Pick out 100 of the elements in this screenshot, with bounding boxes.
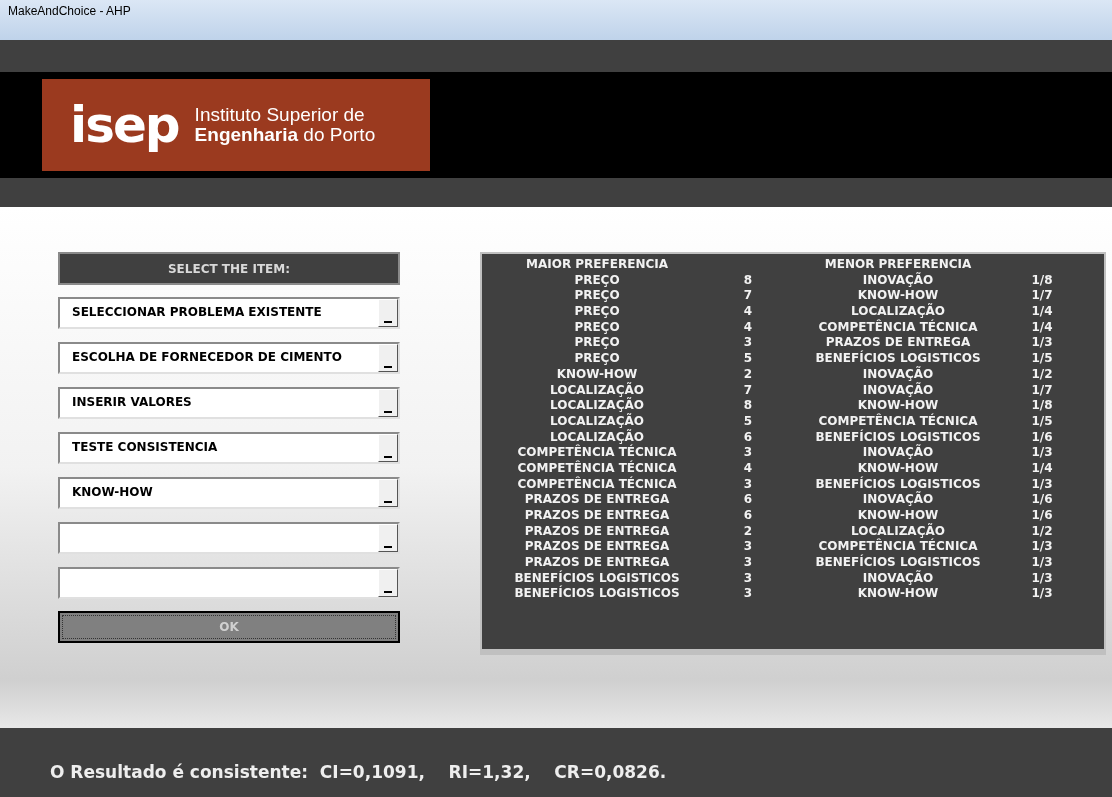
table-cell-text: 4 [742,460,754,477]
table-cell-text: 1/4 [1030,460,1054,477]
dropdown-button[interactable] [378,524,398,552]
table-cell-text: 1/3 [1030,335,1054,352]
dropdown-button[interactable] [378,389,398,417]
table-cell-text: 2 [742,366,754,383]
table-cell-text: BENEFÍCIOS LOGISTICOS [513,586,681,603]
table-cell-text: INOVAÇÃO [861,366,935,382]
table-cell-text: 3 [742,335,754,352]
dropdown-button[interactable] [378,569,398,597]
combo-field[interactable]: KNOW-HOW [58,477,400,509]
table-cell-text: PREÇO [573,272,621,289]
table-cell-text: LOCALIZAÇÃO [549,429,645,444]
table-cell-text: 6 [742,492,754,508]
table-cell-text: 1/3 [1030,539,1054,556]
column-header: MENOR PREFERENCIA [823,257,973,272]
table-cell-text: 5 [742,413,754,430]
dash-icon [384,591,392,593]
table-cell-text: PRAZOS DE ENTREGA [523,523,671,540]
table-cell-text: 1/8 [1030,398,1054,414]
table-cell-text: COMPETÊNCIA TÉCNICA [516,460,678,476]
table-cell-text: PRAZOS DE ENTREGA [523,492,671,508]
table-cell-text: 1/6 [1030,492,1054,508]
table-cell-text: 3 [742,570,754,587]
table-cell-text: PRAZOS DE ENTREGA [824,335,972,350]
table-cell-text: 1/7 [1030,382,1054,399]
table-cell-text: 1/4 [1030,319,1054,336]
table-cell-text: 1/4 [1030,304,1054,320]
logo-text: Engenharia do Porto [194,125,376,145]
dash-icon [384,321,392,323]
combo-field[interactable]: TESTE CONSISTENCIA [58,432,400,464]
dash-icon [384,501,392,503]
dropdown-button[interactable] [378,479,398,507]
combo-field[interactable] [58,522,400,554]
table-cell-text: 1/3 [1030,476,1054,493]
result-text: O Resultado é consistente: CI=0,1091, RI=1,32, CR=0,0826. [50,760,667,784]
table-cell-text: 2 [742,523,754,540]
table-cell-text: KNOW-HOW [856,586,940,603]
table-cell-text: LOCALIZAÇÃO [850,304,946,319]
table-cell-text: PRAZOS DE ENTREGA [523,539,671,556]
table-cell-text: INOVAÇÃO [861,492,935,508]
column-header: MAIOR PREFERENCIA [525,257,669,273]
table-cell-text: 1/5 [1030,413,1054,430]
table-cell-text: 1/5 [1030,351,1054,367]
table-cell-text: PRAZOS DE ENTREGA [523,508,671,524]
table-cell-text: COMPETÊNCIA TÉCNICA [817,319,979,336]
table-cell-text: 8 [742,272,754,289]
table-cell-text: KNOW-HOW [856,460,940,476]
logo-mark: isep [70,100,179,150]
table-cell-text: COMPETÊNCIA TÉCNICA [516,476,678,493]
table-cell-text: INOVAÇÃO [861,382,935,399]
table-cell-text: 1/6 [1030,429,1054,446]
table-cell-text: KNOW-HOW [856,398,940,413]
table-cell-text: COMPETÊNCIA TÉCNICA [817,413,979,429]
dropdown-button[interactable] [378,434,398,462]
dash-icon [384,546,392,548]
table-cell-text: INOVAÇÃO [861,570,935,587]
table-cell-text: PRAZOS DE ENTREGA [523,555,671,570]
logo-text: Instituto Superior de [194,105,366,125]
table-cell-text: PREÇO [573,335,621,352]
table-cell-text: COMPETÊNCIA TÉCNICA [516,445,678,460]
table-cell-text: LOCALIZAÇÃO [549,382,645,397]
table-cell-text: 1/8 [1030,272,1054,289]
table-cell-text: 4 [742,319,754,336]
table-cell-text: PREÇO [573,319,621,336]
table-cell-text: INOVAÇÃO [861,445,935,461]
table-cell-text: INOVAÇÃO [861,272,935,289]
table-cell-text: 3 [742,445,754,461]
table-cell-text: 1/6 [1030,508,1054,524]
combo-field[interactable]: INSERIR VALORES [58,387,400,419]
table-cell-text: KNOW-HOW [555,366,639,382]
table-cell-text: 1/7 [1030,288,1054,305]
table-cell-text: KNOW-HOW [856,288,940,303]
table-cell-text: PREÇO [573,304,621,320]
table-cell-text: 1/3 [1030,586,1054,603]
table-cell-text: 1/3 [1030,570,1054,587]
dash-icon [384,411,392,413]
table-cell-text: 3 [742,586,754,603]
table-cell-text: 3 [742,555,754,571]
table-cell-text: BENEFÍCIOS LOGISTICOS [814,429,982,444]
table-cell-text: PREÇO [573,351,621,367]
table-cell-text: 1/3 [1030,555,1054,571]
table-cell-text: BENEFÍCIOS LOGISTICOS [814,555,982,570]
table-cell-text: BENEFÍCIOS LOGISTICOS [814,351,982,366]
table-cell-text: 3 [742,476,754,493]
dropdown-button[interactable] [378,299,398,327]
window-title: MakeAndChoice - AHP [8,3,131,20]
table-cell-text: 3 [742,539,754,556]
table-cell-text: 5 [742,351,754,367]
dropdown-button[interactable] [378,344,398,372]
combo-field[interactable]: SELECCIONAR PROBLEMA EXISTENTE [58,297,400,329]
table-cell-text: 1/2 [1030,366,1054,383]
table-cell-text: PREÇO [573,288,621,305]
table-cell-text: 8 [742,398,754,414]
combo-field[interactable] [58,567,400,599]
table-cell-text: LOCALIZAÇÃO [851,523,945,539]
table-cell-text: 6 [742,429,754,446]
table-cell-text: KNOW-HOW [856,508,940,523]
combo-field[interactable]: ESCOLHA DE FORNECEDOR DE CIMENTO [58,342,400,374]
table-cell-text: 4 [742,304,754,320]
